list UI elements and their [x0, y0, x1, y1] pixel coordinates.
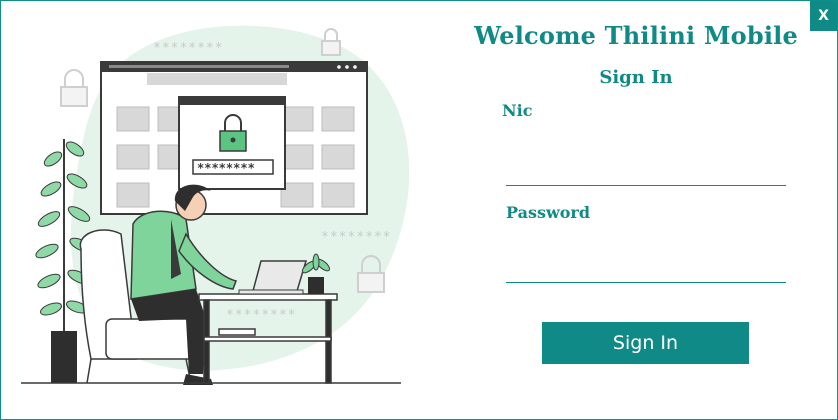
login-illustration: ******** ******** ******** ********	[21, 25, 410, 385]
close-button[interactable]: X	[810, 1, 837, 31]
nic-label: Nic	[502, 101, 533, 120]
folder-icon	[321, 182, 355, 208]
lock-icon	[60, 69, 88, 107]
password-label: Password	[506, 203, 591, 222]
lock-icon	[321, 28, 341, 56]
password-mask-bottom: ********	[226, 308, 297, 323]
form-heading: Sign In	[599, 67, 673, 88]
sign-in-button[interactable]: Sign In	[542, 322, 749, 364]
folder-icon	[321, 106, 355, 132]
page-title: Welcome Thilini Mobile	[474, 21, 798, 50]
browser-window: ********	[100, 61, 368, 215]
password-mask-card: ********	[197, 161, 255, 175]
folder-icon	[116, 144, 150, 170]
folder-icon	[116, 106, 150, 132]
folder-icon	[116, 182, 150, 208]
password-input[interactable]	[506, 252, 786, 283]
login-window: X ******** ******** ******** ******** We…	[0, 0, 838, 420]
password-mask-right: ********	[321, 230, 392, 245]
folder-icon	[321, 144, 355, 170]
password-mask-top: ********	[153, 41, 224, 56]
nic-input[interactable]	[506, 155, 786, 186]
